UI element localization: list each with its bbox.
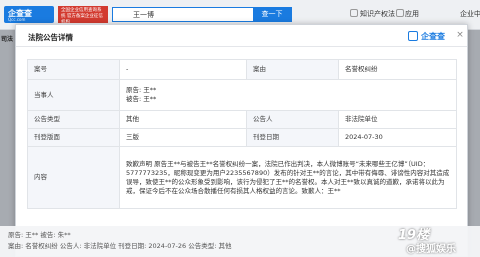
cause-value: 名誉权纠纷 <box>338 59 457 80</box>
cause-label: 案由 <box>246 59 339 80</box>
table-row: 内容 致歉声明 原告王**与被告王**名誉权纠纷一案，法院已作出判决，本人微博账… <box>27 146 457 209</box>
brand-text: 企查查 <box>421 32 445 41</box>
notice-type-label: 公告类型 <box>27 110 120 129</box>
case-no-label: 案号 <box>27 59 120 80</box>
background-row-meta: 案由: 名誉权纠纷 公告人: 非法院单位 刊登日期: 2024-07-26 公告… <box>8 242 232 250</box>
table-row: 刊登版面 三版 刊登日期 2024-07-30 <box>27 128 457 147</box>
page-label: 刊登版面 <box>27 128 120 147</box>
logo-subtext: Qcc.com <box>8 17 26 22</box>
defendant-value: 被告: 王** <box>126 95 157 103</box>
app-icon <box>396 9 404 17</box>
modal-brand: 企查查 <box>408 30 452 43</box>
watermark-text: @搜狐娱乐 <box>406 244 456 255</box>
ip-icon <box>350 9 358 17</box>
court-notice-modal: 法院公告详情 企查查 × 案号 - 案由 名誉权纠纷 当事人 原告: 王** 被… <box>15 24 468 257</box>
nav-ip-law[interactable]: 知识产权法 <box>360 9 395 19</box>
table-row: 当事人 原告: 王** 被告: 王** <box>27 79 457 111</box>
plaintiff-value: 原告: 王** <box>126 86 157 94</box>
nav-apps[interactable]: 应用 <box>405 9 419 19</box>
case-no-value: - <box>119 59 247 80</box>
date-label: 刊登日期 <box>246 128 339 147</box>
content-value: 致歉声明 原告王**与被告王**名誉权纠纷一案，法院已作出判决，本人微博账号“未… <box>119 146 457 209</box>
table-row: 案号 - 案由 名誉权纠纷 <box>27 59 457 80</box>
background-page-left <box>0 30 15 257</box>
search-bar: 查一下 <box>112 7 292 22</box>
header-tagline: 全国企业信用查询系统 官方备案企业征信机构 <box>58 6 108 25</box>
announcer-value: 非法院单位 <box>338 110 457 129</box>
notice-detail-table: 案号 - 案由 名誉权纠纷 当事人 原告: 王** 被告: 王** 公告类型 其… <box>27 59 457 209</box>
announcer-label: 公告人 <box>246 110 339 129</box>
qcc-logo[interactable]: 企查查 Qcc.com <box>4 6 54 23</box>
watermark: 19楼 @搜狐娱乐 <box>398 224 476 255</box>
modal-title: 法院公告详情 <box>28 33 73 42</box>
party-label: 当事人 <box>27 79 120 111</box>
background-page-right <box>468 30 480 257</box>
search-button[interactable]: 查一下 <box>253 7 291 22</box>
notice-type-value: 其他 <box>119 110 247 129</box>
date-value: 2024-07-30 <box>338 128 457 147</box>
party-value: 原告: 王** 被告: 王** <box>119 79 457 111</box>
content-label: 内容 <box>27 146 120 209</box>
table-row: 公告类型 其他 公告人 非法院单位 <box>27 110 457 129</box>
background-row-parties: 原告: 王** 被告: 朱** <box>8 231 71 239</box>
close-icon[interactable]: × <box>455 29 465 41</box>
background-section-tag: 司法 <box>1 36 14 43</box>
search-input[interactable] <box>113 8 253 21</box>
modal-header: 法院公告详情 企查查 × <box>16 25 467 47</box>
qcc-brand-icon <box>408 31 418 41</box>
page-value: 三版 <box>119 128 247 147</box>
nav-enterprise[interactable]: 企业中 <box>460 9 480 19</box>
